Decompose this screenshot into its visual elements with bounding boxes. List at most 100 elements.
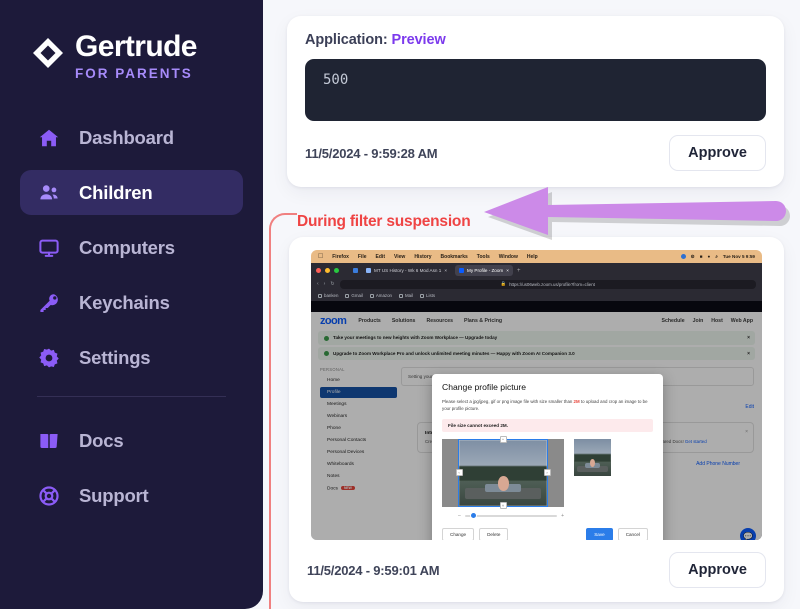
battery-icon: ■: [699, 254, 703, 259]
timestamp: 11/5/2024 - 9:59:01 AM: [307, 562, 440, 578]
zoom-in-icon[interactable]: +: [561, 513, 564, 519]
apple-icon: : [318, 253, 323, 260]
screenshot-content:  Firefox File Edit View History Bookmar…: [303, 250, 770, 540]
application-line: Application: Preview: [305, 32, 766, 48]
bookmark-label: Amazon: [375, 293, 392, 298]
web-page: zoom Products Solutions Resources Plans …: [311, 301, 762, 540]
users-icon: [37, 181, 61, 205]
window-close-icon[interactable]: [316, 268, 321, 273]
menu-tools[interactable]: Tools: [477, 254, 490, 260]
zoom-out-icon[interactable]: –: [458, 513, 461, 519]
menu-help[interactable]: Help: [527, 254, 538, 260]
sidebar-item-label: Settings: [79, 346, 151, 368]
back-icon[interactable]: ‹: [317, 281, 319, 287]
tab-close-icon[interactable]: ×: [506, 268, 509, 273]
window-minimize-icon[interactable]: [325, 268, 330, 273]
sidebar-item-keychains[interactable]: Keychains: [20, 280, 243, 325]
change-button[interactable]: Change: [442, 527, 475, 540]
sidebar-item-label: Children: [79, 181, 153, 203]
card-footer: 11/5/2024 - 9:59:01 AM Approve: [303, 540, 770, 602]
menu-bookmarks[interactable]: Bookmarks: [441, 254, 468, 260]
folder-icon: [345, 293, 350, 298]
crop-handle-bottom-icon[interactable]: ˅: [499, 502, 507, 510]
menu-window[interactable]: Window: [499, 254, 518, 260]
home-icon: [37, 126, 61, 150]
sidebar-item-computers[interactable]: Computers: [20, 225, 243, 270]
bookmark-label: Mail: [404, 293, 414, 298]
profile-photo-preview: [574, 438, 611, 476]
menu-file[interactable]: File: [358, 254, 367, 260]
sidebar-item-settings[interactable]: Settings: [20, 335, 243, 380]
save-button[interactable]: Save: [586, 527, 613, 540]
forward-icon[interactable]: ›: [324, 281, 326, 287]
card-footer: 11/5/2024 - 9:59:28 AM Approve: [305, 135, 766, 171]
shield-icon: 🔒: [500, 281, 507, 286]
bookmark-item[interactable]: Lists: [420, 293, 435, 298]
bookmark-label: Gmail: [351, 293, 363, 298]
screenshot-thumbnail[interactable]:  Firefox File Edit View History Bookmar…: [303, 250, 770, 540]
control-center-icon[interactable]: ⚙: [691, 254, 695, 260]
sidebar-item-label: Support: [79, 484, 149, 506]
bookmark-item[interactable]: Mail: [398, 293, 414, 298]
crop-handle-left-icon[interactable]: ‹: [455, 469, 463, 477]
bookmark-label: Lists: [426, 293, 436, 298]
menu-edit[interactable]: Edit: [376, 254, 385, 260]
bookmark-item[interactable]: Amazon: [369, 293, 392, 298]
left-arrow-icon: [478, 176, 798, 253]
bookmark-item[interactable]: Gmail: [345, 293, 363, 298]
approve-button[interactable]: Approve: [669, 135, 766, 171]
app-root: Gertrude FOR PARENTS Dashboard Children …: [0, 0, 800, 609]
wifi-icon: ●: [707, 254, 711, 259]
crop-handle-right-icon[interactable]: ›: [543, 469, 551, 477]
timestamp: 11/5/2024 - 9:59:28 AM: [305, 145, 438, 161]
change-profile-picture-modal: Change profile picture Please select a j…: [432, 374, 663, 540]
sidebar: Gertrude FOR PARENTS Dashboard Children …: [0, 0, 263, 609]
book-icon: [37, 429, 61, 453]
request-code-block: 500: [305, 59, 766, 121]
zoom-slider[interactable]: – +: [442, 512, 564, 520]
sidebar-item-dashboard[interactable]: Dashboard: [20, 115, 243, 160]
brand-name: Gertrude: [75, 30, 198, 63]
sidebar-item-support[interactable]: Support: [20, 473, 243, 518]
search-icon[interactable]: ⌕: [715, 254, 718, 259]
tab-close-icon[interactable]: ×: [444, 268, 447, 273]
sidebar-item-label: Computers: [79, 236, 175, 258]
crop-stage[interactable]: ^ ˅ ‹ ›: [442, 436, 564, 510]
monitor-icon: [37, 236, 61, 260]
slider-track[interactable]: [464, 512, 558, 520]
folder-icon: [398, 293, 403, 298]
folder-icon: [318, 293, 322, 298]
menu-firefox[interactable]: Firefox: [332, 254, 349, 260]
reload-icon[interactable]: ↻: [330, 281, 334, 287]
sidebar-item-children[interactable]: Children: [20, 170, 243, 215]
browser-tab-active[interactable]: My Profile - Zoom ×: [455, 265, 513, 276]
slider-knob[interactable]: [469, 512, 477, 520]
sidebar-item-docs[interactable]: Docs: [20, 418, 243, 463]
modal-error-message: File size cannot exceed 2M.: [442, 418, 653, 432]
firefox-window: MT US History - Wk 6 Mod Asn 1 × My Prof…: [311, 263, 762, 540]
menu-history[interactable]: History: [414, 254, 431, 260]
address-bar[interactable]: 🔒 https://us06web.zoom.us/profile?from=c…: [339, 279, 756, 289]
gertrude-diamond-icon: [32, 37, 64, 74]
browser-tab[interactable]: MT US History - Wk 6 Mod Asn 1 ×: [362, 265, 451, 276]
pinned-tab-icon[interactable]: [353, 268, 358, 273]
tab-favicon-icon: [366, 268, 371, 273]
delete-button[interactable]: Delete: [479, 527, 509, 540]
menu-view[interactable]: View: [394, 254, 405, 260]
crop-selection-box[interactable]: ^ ˅ ‹ ›: [455, 436, 551, 510]
modal-footer: Change Delete Save Cancel: [442, 527, 653, 540]
crop-handle-top-icon[interactable]: ^: [499, 436, 507, 444]
tab-title: My Profile - Zoom: [467, 268, 504, 273]
approve-button[interactable]: Approve: [669, 552, 766, 588]
menubar-status-area: ⚙ ■ ● ⌕ Tue Nov 5 9:59: [680, 254, 755, 260]
bookmark-item[interactable]: banken: [318, 293, 338, 298]
browser-navbar: ‹ › ↻ 🔒 https://us06web.zoom.us/profile?…: [311, 278, 762, 290]
new-tab-icon[interactable]: +: [517, 268, 521, 274]
modal-title: Change profile picture: [442, 382, 527, 392]
window-zoom-icon[interactable]: [334, 268, 339, 273]
bookmarks-bar: banken Gmail Amazon Mail Lists: [311, 290, 762, 301]
cancel-button[interactable]: Cancel: [617, 527, 648, 540]
tab-favicon-icon: [459, 268, 464, 273]
application-label: Application:: [305, 32, 388, 48]
sidebar-item-label: Dashboard: [79, 126, 174, 148]
